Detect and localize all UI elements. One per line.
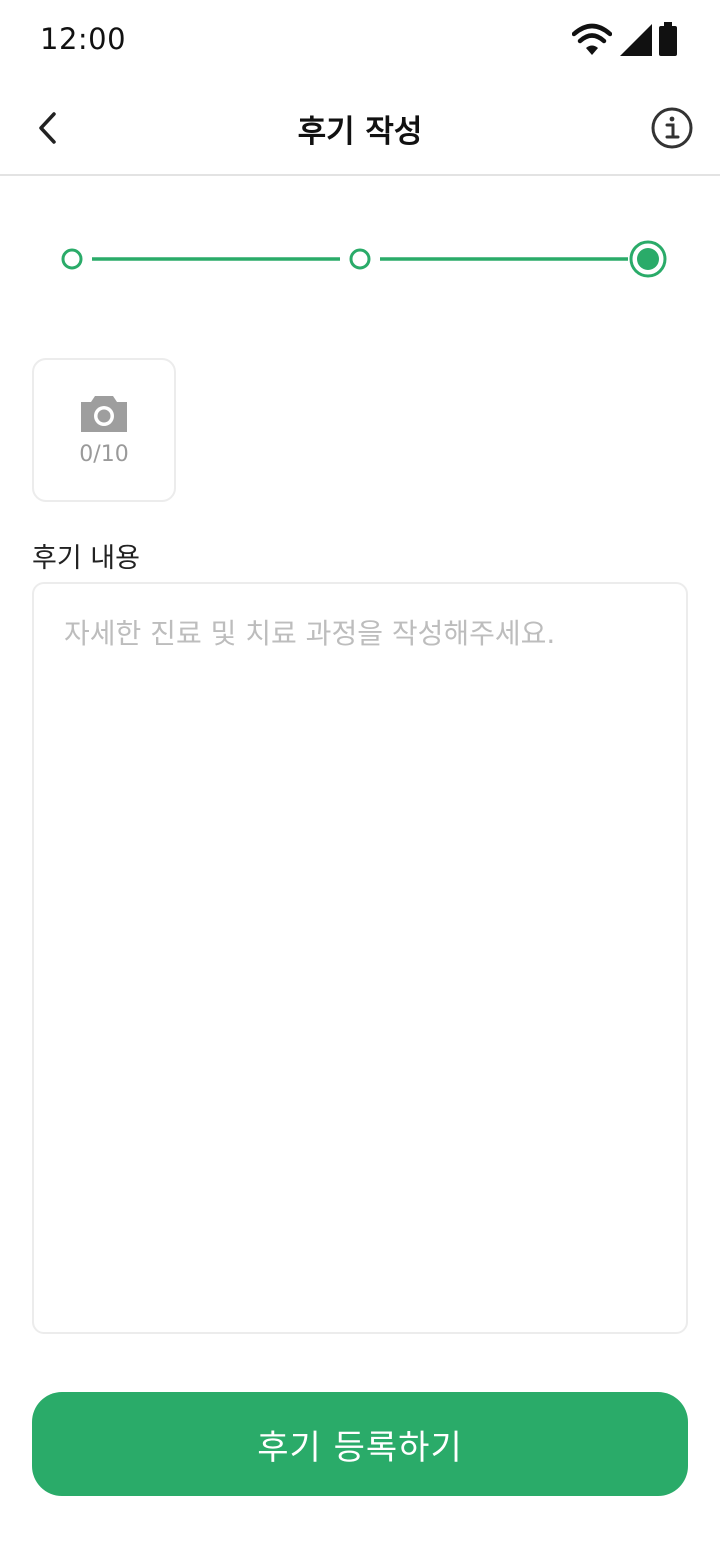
review-content-label: 후기 내용	[32, 543, 140, 574]
status-time: 12:00	[40, 22, 127, 56]
wifi-icon	[572, 23, 612, 55]
battery-icon	[659, 22, 677, 56]
info-circle-icon	[651, 107, 693, 149]
camera-icon	[81, 395, 127, 432]
submit-review-button[interactable]: 후기 등록하기	[32, 1392, 688, 1496]
progress-stepper	[0, 230, 720, 290]
photo-count: 0/10	[79, 441, 129, 467]
cellular-signal-icon	[620, 24, 652, 56]
review-content-input[interactable]	[32, 582, 688, 1334]
status-bar: 12:00	[0, 0, 720, 80]
status-icons	[572, 22, 682, 58]
page-title: 후기 작성	[297, 114, 423, 150]
photo-upload-button[interactable]: 0/10	[32, 358, 176, 502]
step-3-dot-active	[629, 240, 667, 278]
info-button[interactable]	[648, 104, 696, 152]
app-bar: 후기 작성	[0, 80, 720, 176]
step-2-dot	[349, 248, 371, 270]
review-write-screen: 12:00 후기 작성 0/10 후기 내용 자세한 진료 및 치료 과정을 작…	[0, 0, 720, 1560]
step-1-dot	[61, 248, 83, 270]
